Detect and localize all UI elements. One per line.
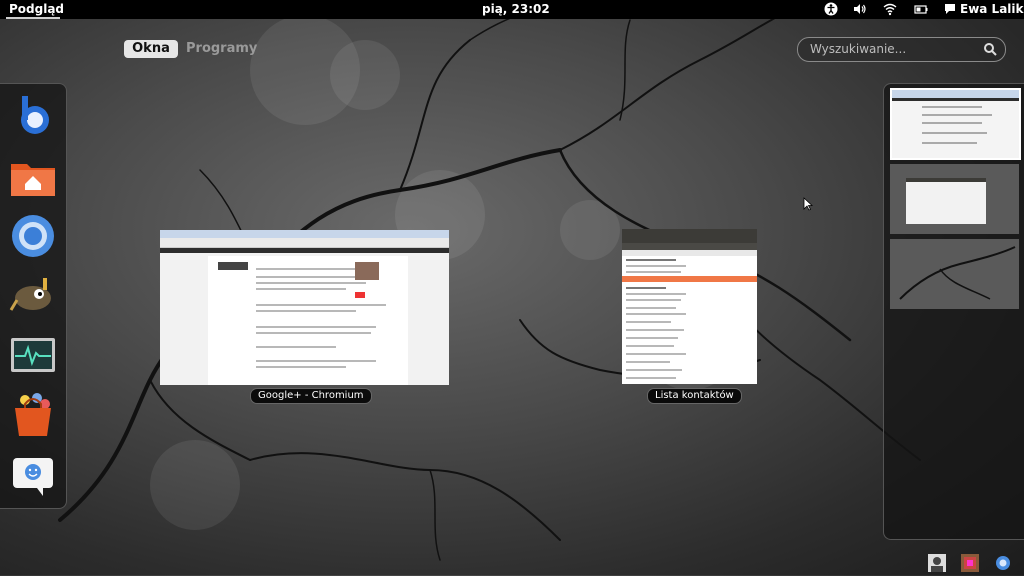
- browser-tabstrip: [160, 230, 449, 238]
- software-center-icon[interactable]: [9, 390, 57, 438]
- chat-status-icon[interactable]: [944, 3, 956, 15]
- workspace-wallpaper: [899, 246, 1016, 300]
- contact-list-titlebar: [622, 229, 757, 243]
- window-thumbnail-contact-list[interactable]: [622, 229, 757, 384]
- tab-windows[interactable]: Okna: [124, 40, 178, 58]
- browser-toolbar: [160, 238, 449, 248]
- contact-avatar-2-icon[interactable]: [961, 554, 979, 572]
- contact-list-menubar: [622, 243, 757, 250]
- page-content: [208, 256, 408, 385]
- mouse-pointer-icon: [803, 197, 813, 211]
- system-monitor-icon[interactable]: [9, 332, 57, 380]
- branch-wallpaper: [58, 4, 921, 561]
- accessibility-icon[interactable]: [824, 2, 838, 16]
- top-panel: Podgląd pią, 23:02 Ewa Lalik: [0, 0, 1024, 19]
- home-folder-icon[interactable]: [9, 154, 57, 202]
- contact-selected-row: [622, 276, 757, 282]
- empathy-chat-icon[interactable]: [9, 452, 57, 500]
- chromium-icon[interactable]: [9, 212, 57, 260]
- blueman-tray-icon[interactable]: [994, 554, 1012, 572]
- window-caption-contact-list[interactable]: Lista kontaktów: [647, 388, 742, 404]
- user-name: Ewa Lalik: [960, 2, 1024, 16]
- contact-avatar-icon[interactable]: [928, 554, 946, 572]
- dash: [0, 83, 67, 509]
- workspace-panel: [883, 83, 1024, 540]
- blueman-icon[interactable]: [9, 90, 57, 138]
- search-input[interactable]: Wyszukiwanie...: [797, 37, 1006, 62]
- wifi-icon[interactable]: [883, 2, 897, 16]
- battery-icon[interactable]: [914, 2, 928, 16]
- user-menu[interactable]: Ewa Lalik: [960, 2, 1024, 16]
- volume-icon[interactable]: [853, 2, 867, 16]
- search-placeholder: Wyszukiwanie...: [810, 42, 907, 56]
- workspace-thumbnail-1[interactable]: [890, 88, 1021, 160]
- clock[interactable]: pią, 23:02: [482, 2, 550, 16]
- tab-applications[interactable]: Programy: [186, 40, 257, 58]
- workspace-thumbnail-3[interactable]: [890, 239, 1019, 309]
- google-bar: [160, 248, 449, 253]
- search-icon: [984, 43, 997, 56]
- activities-indicator: [6, 17, 60, 19]
- gimp-icon[interactable]: [9, 270, 57, 318]
- window-caption-chromium[interactable]: Google+ - Chromium: [250, 388, 372, 404]
- activities-button[interactable]: Podgląd: [9, 2, 64, 16]
- workspace-thumbnail-2[interactable]: [890, 164, 1019, 234]
- window-thumbnail-chromium[interactable]: [160, 230, 449, 385]
